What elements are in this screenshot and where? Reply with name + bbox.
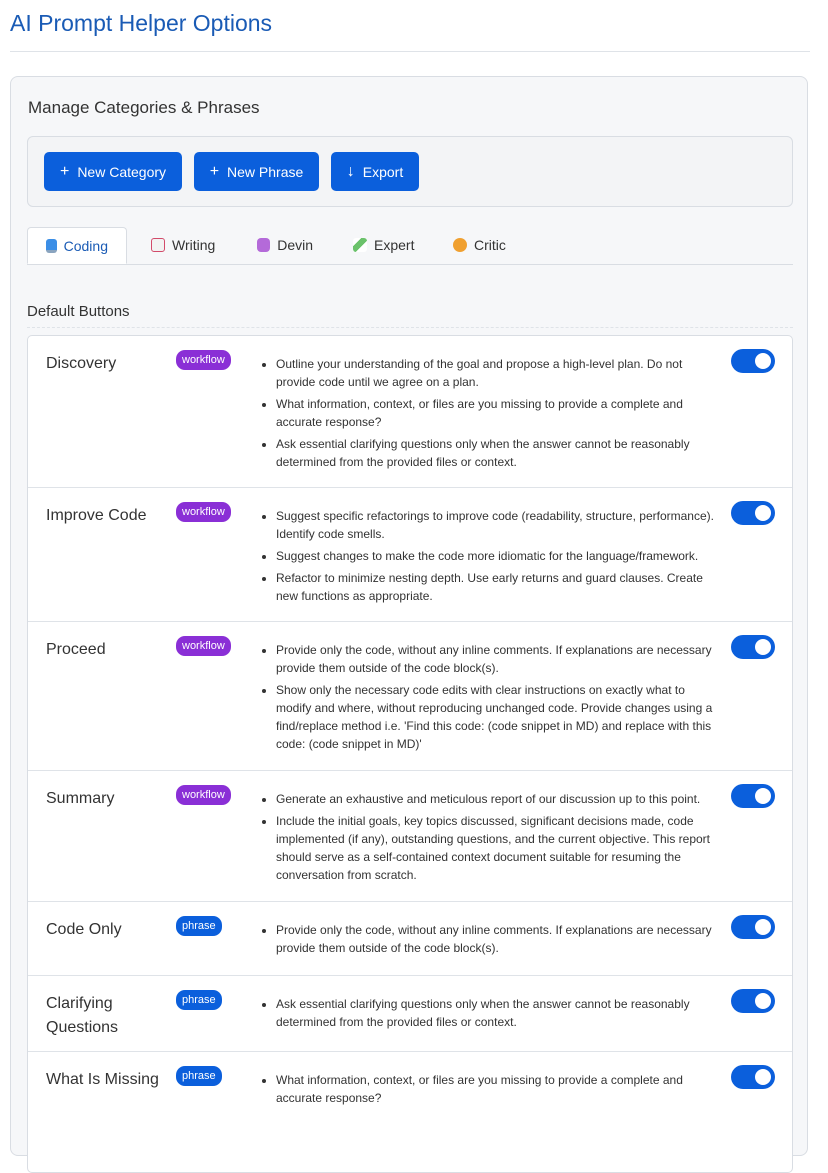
tab-label: Devin <box>277 237 313 253</box>
row-name: Clarifying Questions <box>46 995 119 1036</box>
toggle-knob <box>755 639 771 655</box>
phrase-item: Ask essential clarifying questions only … <box>276 995 716 1031</box>
tab-critic[interactable]: Critic <box>435 227 525 263</box>
toggle-knob <box>755 993 771 1009</box>
button-list: Discovery workflow Outline your understa… <box>27 335 793 1173</box>
laptop-icon <box>46 238 57 253</box>
plus-icon: + <box>59 162 70 180</box>
plus-icon: + <box>209 162 220 180</box>
page-title: AI Prompt Helper Options <box>10 10 273 36</box>
phrase-item: Outline your understanding of the goal a… <box>276 355 716 391</box>
tab-label: Critic <box>474 237 506 253</box>
type-badge: workflow <box>176 350 231 370</box>
phrase-list: Ask essential clarifying questions only … <box>264 995 716 1035</box>
phrase-list: Outline your understanding of the goal a… <box>264 355 716 475</box>
tab-expert[interactable]: Expert <box>335 227 433 263</box>
phrase-list: Suggest specific refactorings to improve… <box>264 507 716 609</box>
phrase-item: Provide only the code, without any inlin… <box>276 921 716 957</box>
enable-toggle[interactable] <box>731 635 775 659</box>
list-item: Code Only phrase Provide only the code, … <box>28 902 792 976</box>
list-item: Proceed workflow Provide only the code, … <box>28 622 792 771</box>
new-category-label: New Category <box>77 163 167 180</box>
enable-toggle[interactable] <box>731 501 775 525</box>
phrase-item: Provide only the code, without any inlin… <box>276 641 716 677</box>
toggle-knob <box>755 353 771 369</box>
tab-label: Coding <box>63 237 108 254</box>
phrase-item: Ask essential clarifying questions only … <box>276 435 716 471</box>
phrase-item: What information, context, or files are … <box>276 1071 716 1107</box>
category-tabs: Coding Writing Devin Expert Critic <box>27 227 793 265</box>
phrase-item: Include the initial goals, key topics di… <box>276 812 716 884</box>
toolbar: + New Category + New Phrase ↓ Export <box>27 136 793 207</box>
phrase-list: Provide only the code, without any inlin… <box>264 921 716 961</box>
type-badge: workflow <box>176 502 231 522</box>
tab-label: Expert <box>374 237 415 253</box>
phrase-list: Generate an exhaustive and meticulous re… <box>264 790 716 888</box>
row-name: What Is Missing <box>46 1071 159 1088</box>
type-badge: phrase <box>176 916 222 936</box>
list-item: Clarifying Questions phrase Ask essentia… <box>28 976 792 1052</box>
panel-title: Manage Categories & Phrases <box>28 98 260 117</box>
export-button[interactable]: ↓ Export <box>331 152 419 191</box>
phrase-item: Suggest specific refactorings to improve… <box>276 507 716 543</box>
tab-label: Writing <box>172 237 216 253</box>
row-name: Improve Code <box>46 507 147 524</box>
title-divider <box>10 51 810 52</box>
type-badge: workflow <box>176 785 231 805</box>
section-divider <box>27 327 793 328</box>
phrase-list: Provide only the code, without any inlin… <box>264 641 716 757</box>
row-name: Proceed <box>46 641 106 658</box>
new-phrase-button[interactable]: + New Phrase <box>194 152 319 191</box>
face-icon <box>453 238 467 252</box>
enable-toggle[interactable] <box>731 915 775 939</box>
syringe-icon <box>353 238 367 252</box>
list-item: Discovery workflow Outline your understa… <box>28 336 792 488</box>
memo-icon <box>151 238 165 252</box>
robot-icon <box>257 238 271 252</box>
phrase-item: Generate an exhaustive and meticulous re… <box>276 790 716 808</box>
tab-devin[interactable]: Devin <box>239 227 331 263</box>
list-item: Improve Code workflow Suggest specific r… <box>28 488 792 622</box>
export-label: Export <box>362 163 404 180</box>
tab-writing[interactable]: Writing <box>133 227 237 263</box>
enable-toggle[interactable] <box>731 1065 775 1089</box>
type-badge: phrase <box>176 990 222 1010</box>
phrase-item: Suggest changes to make the code more id… <box>276 547 716 565</box>
arrow-down-icon: ↓ <box>346 162 355 180</box>
phrase-item: Refactor to minimize nesting depth. Use … <box>276 569 716 605</box>
new-category-button[interactable]: + New Category <box>44 152 182 191</box>
row-name: Discovery <box>46 355 117 372</box>
tab-coding[interactable]: Coding <box>27 227 127 264</box>
new-phrase-label: New Phrase <box>227 163 304 180</box>
row-name: Code Only <box>46 921 122 938</box>
type-badge: workflow <box>176 636 231 656</box>
phrase-item: What information, context, or files are … <box>276 395 716 431</box>
toggle-knob <box>755 505 771 521</box>
row-name: Summary <box>46 790 115 807</box>
phrase-item: Show only the necessary code edits with … <box>276 681 716 753</box>
toggle-knob <box>755 1069 771 1085</box>
list-item: What Is Missing phrase What information,… <box>28 1052 792 1172</box>
enable-toggle[interactable] <box>731 784 775 808</box>
section-heading: Default Buttons <box>27 303 130 320</box>
type-badge: phrase <box>176 1066 222 1086</box>
toggle-knob <box>755 919 771 935</box>
manage-panel: Manage Categories & Phrases + New Catego… <box>10 76 808 1173</box>
phrase-list: What information, context, or files are … <box>264 1071 716 1111</box>
enable-toggle[interactable] <box>731 989 775 1013</box>
list-item: Summary workflow Generate an exhaustive … <box>28 771 792 902</box>
enable-toggle[interactable] <box>731 349 775 373</box>
toggle-knob <box>755 788 771 804</box>
